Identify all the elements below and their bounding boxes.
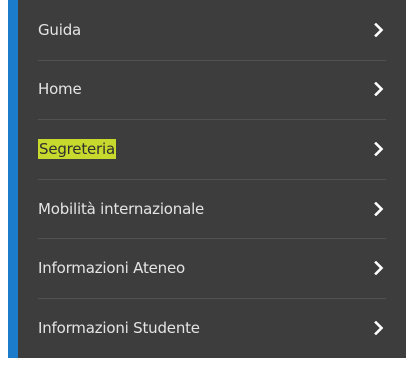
chevron-right-icon	[372, 22, 386, 37]
menu-item-segreteria[interactable]: Segreteria	[18, 119, 406, 179]
menu-item-label: Informazioni Ateneo	[38, 259, 185, 278]
chevron-right-icon	[372, 141, 386, 156]
menu-item-label: Informazioni Studente	[38, 318, 200, 337]
menu-item-informazioni-ateneo[interactable]: Informazioni Ateneo	[18, 238, 406, 298]
menu-item-label: Guida	[38, 20, 82, 39]
chevron-right-icon	[372, 320, 386, 335]
menu-item-label: Home	[38, 80, 82, 99]
menu-item-label-highlighted: Segreteria	[38, 138, 116, 159]
side-navigation-menu: Guida Home Segreteria Mobilità internazi…	[8, 0, 406, 358]
chevron-right-icon	[372, 82, 386, 97]
menu-item-guida[interactable]: Guida	[18, 0, 406, 60]
menu-item-informazioni-studente[interactable]: Informazioni Studente	[18, 297, 406, 358]
menu-item-mobilita-internazionale[interactable]: Mobilità internazionale	[18, 178, 406, 239]
menu-item-home[interactable]: Home	[18, 59, 406, 120]
menu-item-label: Mobilità internazionale	[38, 199, 205, 218]
chevron-right-icon	[372, 201, 386, 216]
chevron-right-icon	[372, 261, 386, 276]
